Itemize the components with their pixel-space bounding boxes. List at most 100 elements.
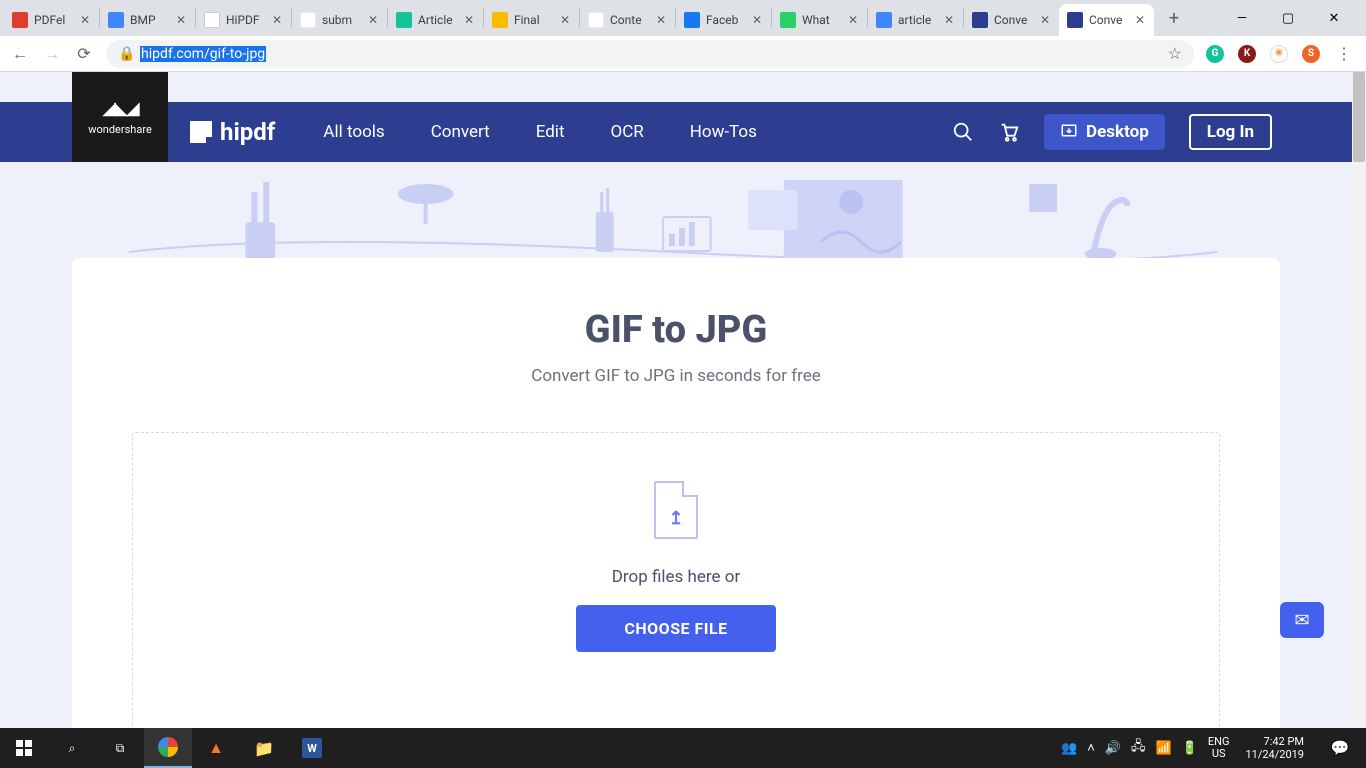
word-icon: W: [302, 738, 322, 758]
nav-link[interactable]: OCR: [611, 122, 644, 142]
extension-icon[interactable]: K: [1238, 45, 1256, 63]
search-icon[interactable]: [952, 121, 974, 143]
wondershare-label: wondershare: [88, 123, 152, 136]
lang-line2: US: [1208, 748, 1230, 760]
tab-favicon-icon: [300, 12, 316, 28]
tab-title: Conte: [610, 13, 649, 27]
dropzone[interactable]: ↥ Drop files here or CHOOSE FILE: [132, 432, 1220, 728]
action-center-button[interactable]: 💬: [1320, 739, 1360, 757]
tab-title: Conve: [1089, 13, 1128, 27]
nav-forward-button[interactable]: →: [42, 44, 62, 64]
tab-title: What: [802, 13, 841, 27]
omnibox[interactable]: 🔒 hipdf.com/gif-to-jpg ☆: [106, 40, 1194, 68]
tab-close-icon[interactable]: ✕: [655, 14, 667, 26]
choose-file-label: CHOOSE FILE: [624, 619, 727, 638]
main-card: GIF to JPG Convert GIF to JPG in seconds…: [72, 258, 1280, 728]
tray-network-icon[interactable]: 🖧: [1131, 737, 1146, 759]
taskbar-app-explorer[interactable]: 📁: [240, 728, 288, 768]
tab-favicon-icon: [588, 12, 604, 28]
browser-tab[interactable]: HiPDF✕: [196, 4, 291, 36]
task-view-button[interactable]: ⧉: [96, 728, 144, 768]
extension-icon[interactable]: G: [1206, 45, 1224, 63]
tab-close-icon[interactable]: ✕: [847, 14, 859, 26]
desktop-button[interactable]: Desktop: [1044, 114, 1165, 150]
extension-icon[interactable]: S: [1302, 45, 1320, 63]
tray-clock[interactable]: 7:42 PM 11/24/2019: [1239, 735, 1310, 761]
browser-chrome: PDFel✕BMP✕HiPDF✕subm✕Article✕Final✕Conte…: [0, 0, 1366, 72]
windows-icon: [16, 740, 32, 756]
tray-chevron-up-icon[interactable]: ˄: [1087, 740, 1095, 756]
nav-reload-button[interactable]: ⟳: [74, 44, 94, 64]
tab-close-icon[interactable]: ✕: [463, 14, 475, 26]
chrome-menu-button[interactable]: ⋮: [1332, 44, 1356, 63]
dropzone-text: Drop files here or: [612, 567, 740, 587]
tray-people-icon[interactable]: 👥: [1061, 741, 1077, 756]
browser-tab[interactable]: Article✕: [388, 4, 483, 36]
browser-tab[interactable]: Conve✕: [964, 4, 1059, 36]
nav-link[interactable]: How-Tos: [690, 122, 757, 142]
tab-title: Faceb: [706, 13, 745, 27]
tab-close-icon[interactable]: ✕: [271, 14, 283, 26]
nav-link[interactable]: Edit: [536, 122, 565, 142]
choose-file-button[interactable]: CHOOSE FILE: [576, 605, 775, 652]
feedback-button[interactable]: ✉: [1280, 602, 1324, 638]
tab-close-icon[interactable]: ✕: [1134, 14, 1146, 26]
extension-icon[interactable]: ✳: [1270, 45, 1288, 63]
task-view-icon: ⧉: [116, 741, 125, 756]
wondershare-badge[interactable]: ◢◣◢ wondershare: [72, 72, 168, 162]
vertical-scrollbar[interactable]: [1352, 72, 1366, 728]
page-title: GIF to JPG: [132, 308, 1220, 352]
browser-tab[interactable]: Conte ✕: [580, 4, 675, 36]
tab-close-icon[interactable]: ✕: [367, 14, 379, 26]
browser-tab[interactable]: article✕: [868, 4, 963, 36]
browser-tab[interactable]: PDFel✕: [4, 4, 99, 36]
scrollbar-thumb[interactable]: [1353, 72, 1365, 162]
download-icon: [1060, 123, 1078, 141]
tray-volume-icon[interactable]: 🔊: [1105, 741, 1121, 756]
tab-close-icon[interactable]: ✕: [751, 14, 763, 26]
browser-tab[interactable]: Conve ✕: [1059, 4, 1154, 36]
nav-link[interactable]: Convert: [431, 122, 490, 142]
brand-logo[interactable]: hipdf: [190, 118, 275, 146]
tab-favicon-icon: [780, 12, 796, 28]
browser-tab[interactable]: What ✕: [772, 4, 867, 36]
window-close-button[interactable]: ✕: [1320, 11, 1348, 26]
tab-close-icon[interactable]: ✕: [943, 14, 955, 26]
vlc-icon: ▲: [208, 738, 224, 758]
tab-close-icon[interactable]: ✕: [79, 14, 91, 26]
notification-icon: 💬: [1331, 739, 1350, 757]
new-tab-button[interactable]: +: [1160, 4, 1188, 32]
browser-tab[interactable]: Final✕: [484, 4, 579, 36]
nav-link[interactable]: All tools: [323, 122, 384, 142]
tab-favicon-icon: [492, 12, 508, 28]
tab-close-icon[interactable]: ✕: [175, 14, 187, 26]
cart-icon[interactable]: [998, 121, 1020, 143]
tab-close-icon[interactable]: ✕: [559, 14, 571, 26]
browser-tab[interactable]: BMP✕: [100, 4, 195, 36]
clock-time: 7:42 PM: [1245, 735, 1304, 748]
login-button[interactable]: Log In: [1189, 114, 1272, 150]
window-maximize-button[interactable]: ▢: [1274, 11, 1302, 26]
taskbar-app-word[interactable]: W: [288, 728, 336, 768]
bookmark-star-icon[interactable]: ☆: [1168, 44, 1182, 63]
windows-taskbar: ⌕ ⧉ ▲ 📁 W 👥 ˄ 🔊 🖧 📶 🔋 ENG US 7:42 PM 11/…: [0, 728, 1366, 768]
tray-battery-icon[interactable]: 🔋: [1182, 741, 1198, 756]
start-button[interactable]: [0, 728, 48, 768]
brand-name: hipdf: [220, 118, 275, 146]
tray-wifi-icon[interactable]: 📶: [1155, 741, 1171, 756]
login-button-label: Log In: [1207, 122, 1254, 142]
nav-back-button[interactable]: ←: [10, 44, 30, 64]
browser-tab[interactable]: Faceb ✕: [676, 4, 771, 36]
tab-title: subm: [322, 13, 361, 27]
tray-language[interactable]: ENG US: [1208, 736, 1230, 760]
browser-tab[interactable]: subm ✕: [292, 4, 387, 36]
tab-close-icon[interactable]: ✕: [1039, 14, 1051, 26]
taskbar-search-button[interactable]: ⌕: [48, 728, 96, 768]
taskbar-app-vlc[interactable]: ▲: [192, 728, 240, 768]
window-minimize-button[interactable]: ―: [1228, 11, 1256, 26]
tab-favicon-icon: [684, 12, 700, 28]
extension-icons: GK ✳ S: [1206, 45, 1320, 63]
brand-mark-icon: [190, 121, 212, 143]
window-controls: ― ▢ ✕: [1228, 11, 1358, 26]
taskbar-app-chrome[interactable]: [144, 728, 192, 768]
